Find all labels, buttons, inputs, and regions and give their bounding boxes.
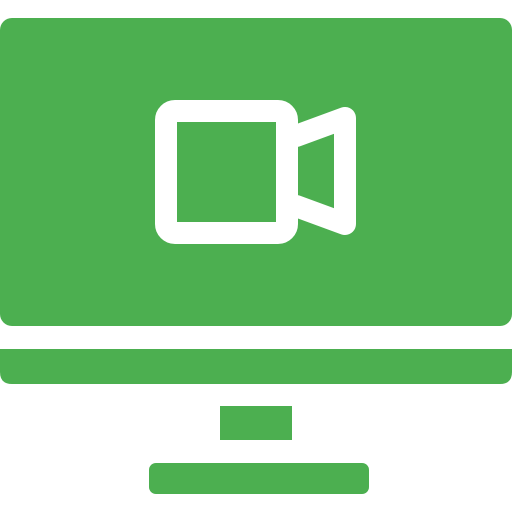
monitor-base <box>149 463 369 494</box>
video-monitor-icon <box>0 18 512 494</box>
monitor-bezel-strip <box>0 349 512 384</box>
monitor-screen <box>0 18 512 326</box>
monitor-neck <box>220 406 292 440</box>
icon-canvas <box>0 0 512 512</box>
